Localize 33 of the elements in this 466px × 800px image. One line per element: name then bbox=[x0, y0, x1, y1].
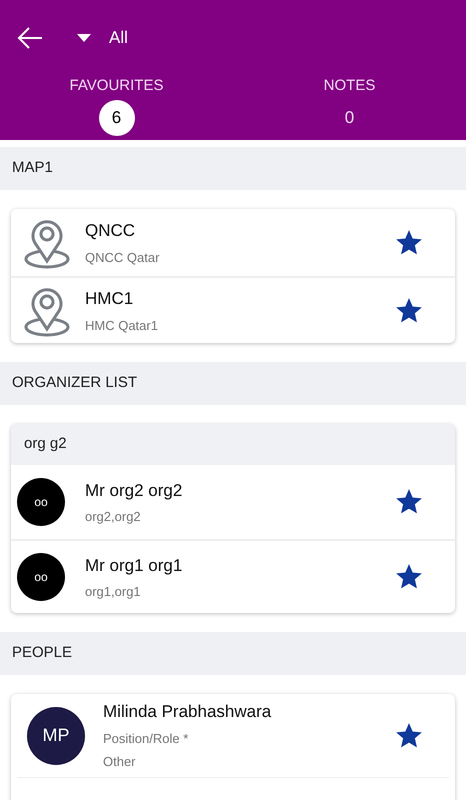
list-item[interactable]: MP Milinda Prabhashwara Position/Role * Other bbox=[11, 694, 455, 777]
tab[interactable]: NOTES 0 bbox=[233, 75, 466, 136]
item-subtitle: Other bbox=[103, 753, 137, 772]
item-subtitle: org2,org2 bbox=[85, 508, 142, 526]
item-title: Mr org2 org2 bbox=[85, 480, 184, 502]
avatar: oo bbox=[17, 553, 65, 601]
list-item[interactable]: oo Mr org1 org1 org1,org1 bbox=[11, 539, 455, 613]
avatar: oo bbox=[17, 478, 65, 526]
group-header: org g2 bbox=[11, 424, 455, 465]
tab[interactable]: FAVOURITES 6 bbox=[0, 75, 233, 136]
list-item[interactable]: QNCC QNCC Qatar bbox=[11, 209, 455, 276]
item-title: Mr org1 org1 bbox=[85, 554, 184, 576]
item-subtitle: QNCC Qatar bbox=[85, 248, 160, 266]
section-header: MAP1 bbox=[0, 147, 466, 190]
list-item[interactable]: HMC1 HMC Qatar1 bbox=[11, 276, 455, 343]
star-icon[interactable] bbox=[396, 722, 422, 748]
item-title: Milinda Prabhashwara bbox=[103, 701, 272, 724]
section-header: ORGANIZER LIST bbox=[0, 362, 466, 405]
dropdown-caret-icon[interactable] bbox=[77, 34, 91, 42]
star-icon[interactable] bbox=[396, 298, 422, 324]
star-icon[interactable] bbox=[396, 489, 422, 515]
item-subtitle: HMC Qatar1 bbox=[85, 316, 159, 334]
item-title: QNCC bbox=[85, 220, 136, 242]
avatar: MP bbox=[27, 706, 85, 764]
section-header: PEOPLE bbox=[0, 632, 466, 675]
star-icon[interactable] bbox=[396, 230, 422, 256]
back-arrow-icon[interactable] bbox=[17, 26, 43, 48]
item-subtitle: Position/Role * bbox=[103, 730, 190, 748]
filter-dropdown[interactable]: All bbox=[109, 24, 128, 50]
list-item[interactable]: oo Mr org2 org2 org2,org2 bbox=[11, 465, 455, 539]
star-icon[interactable] bbox=[396, 564, 422, 590]
item-subtitle: org1,org1 bbox=[85, 583, 142, 601]
item-title: HMC1 bbox=[85, 288, 134, 310]
